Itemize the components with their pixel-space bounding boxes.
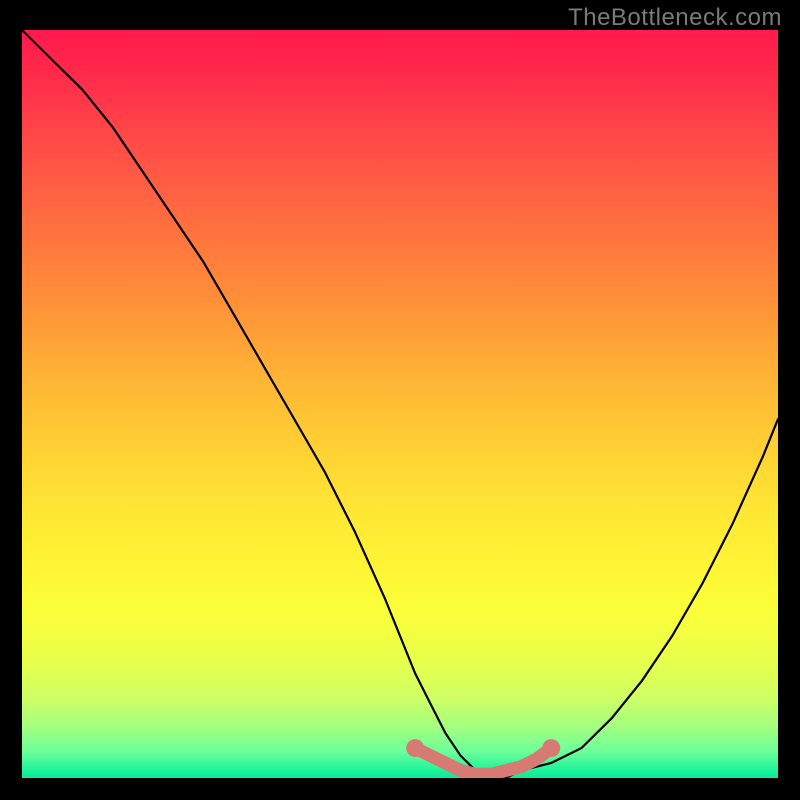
watermark-text: TheBottleneck.com	[568, 4, 782, 32]
chart-frame: TheBottleneck.com	[0, 0, 800, 800]
optimal-range-highlight	[415, 748, 551, 774]
plot-area	[22, 30, 778, 778]
bottleneck-curve	[22, 30, 778, 778]
chart-svg	[22, 30, 778, 778]
optimal-range-start-dot	[406, 739, 424, 757]
optimal-range-end-dot	[542, 739, 560, 757]
